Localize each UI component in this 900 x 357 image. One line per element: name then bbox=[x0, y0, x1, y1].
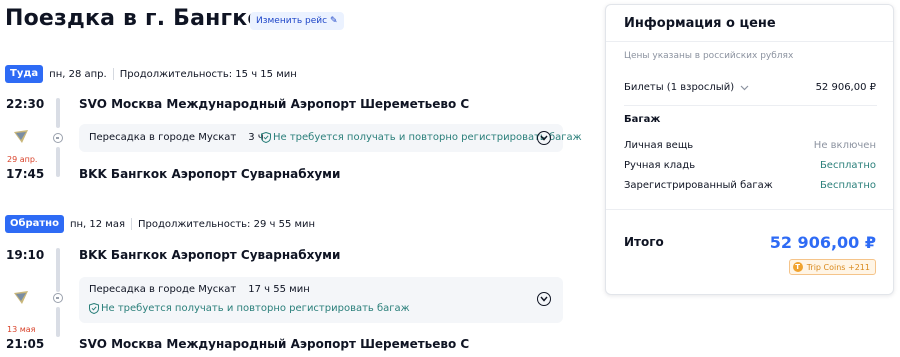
return-header: Обратно пн, 12 мая Продолжительность: 29… bbox=[5, 215, 315, 233]
return-layover-city: Пересадка в городе Мускат bbox=[89, 284, 237, 295]
tickets-dropdown[interactable]: Билеты (1 взрослый) bbox=[624, 82, 749, 93]
price-panel-title: Информация о цене bbox=[624, 16, 776, 31]
baggage-checked-value: Бесплатно bbox=[819, 180, 876, 191]
divider bbox=[624, 105, 877, 106]
baggage-checked-label: Зарегистрированный багаж bbox=[624, 180, 773, 191]
return-arrive-date: 13 мая bbox=[7, 325, 36, 334]
return-baggage-note: Не требуется получать и повторно регистр… bbox=[89, 303, 410, 314]
outbound-layover-city: Пересадка в городе Мускат bbox=[89, 132, 237, 143]
baggage-carryon-value: Бесплатно bbox=[819, 160, 876, 171]
change-flight-button[interactable]: Изменить рейс ✎ bbox=[250, 12, 344, 30]
return-date: пн, 12 мая bbox=[69, 218, 125, 230]
shield-check-icon bbox=[261, 132, 271, 143]
coin-icon: T bbox=[792, 262, 803, 272]
pencil-icon: ✎ bbox=[330, 16, 338, 26]
outbound-layover-card: Пересадка в городе Мускат 3 ч Не требуетс… bbox=[79, 124, 582, 152]
chevron-down-icon bbox=[540, 296, 548, 302]
total-label: Итого bbox=[624, 235, 664, 249]
baggage-personal-value: Не включен bbox=[813, 140, 876, 151]
return-depart-time: 19:10 bbox=[6, 248, 45, 262]
baggage-carryon-label: Ручная кладь bbox=[624, 160, 696, 171]
tickets-label: Билеты (1 взрослый) bbox=[624, 82, 735, 93]
layover-dot-icon bbox=[53, 293, 63, 303]
outbound-depart-airport: SVO Москва Международный Аэропорт Шереме… bbox=[79, 97, 470, 111]
outbound-depart-time: 22:30 bbox=[6, 97, 45, 111]
return-badge: Обратно bbox=[5, 215, 64, 233]
outbound-arrive-date: 29 апр. bbox=[7, 155, 38, 164]
divider bbox=[112, 68, 114, 80]
airline-logo-icon bbox=[14, 130, 28, 143]
chevron-down-icon bbox=[540, 135, 548, 141]
price-info-panel: Информация о цене Цены указаны в российс… bbox=[605, 4, 894, 295]
total-price: 52 906,00 ₽ bbox=[769, 233, 876, 252]
baggage-title: Багаж bbox=[624, 114, 661, 125]
outbound-expand-button[interactable] bbox=[537, 131, 551, 145]
outbound-header: Туда пн, 28 апр. Продолжительность: 15 ч… bbox=[5, 65, 297, 83]
trip-coins-badge: T Trip Coins +211 bbox=[788, 259, 876, 275]
return-layover-card: Пересадка в городе Мускат 17 ч 55 мин Не … bbox=[79, 277, 563, 323]
divider bbox=[606, 209, 893, 210]
return-arrive-time: 21:05 bbox=[6, 337, 45, 351]
return-expand-button[interactable] bbox=[537, 292, 551, 306]
page-title: Поездка в г. Бангкок bbox=[5, 6, 278, 31]
change-flight-label: Изменить рейс bbox=[256, 16, 328, 26]
return-duration: Продолжительность: 29 ч 55 мин bbox=[138, 218, 316, 230]
shield-check-icon bbox=[89, 303, 99, 314]
outbound-baggage-note-text: Не требуется получать и повторно регистр… bbox=[273, 132, 582, 143]
outbound-arrive-airport: BKK Бангкок Аэропорт Суварнабхуми bbox=[79, 167, 341, 181]
divider bbox=[606, 41, 893, 42]
chevron-down-icon bbox=[740, 85, 749, 90]
baggage-personal-label: Личная вещь bbox=[624, 140, 694, 151]
outbound-badge: Туда bbox=[5, 65, 44, 83]
outbound-duration: Продолжительность: 15 ч 15 мин bbox=[119, 68, 297, 80]
return-layover-duration: 17 ч 55 мин bbox=[248, 284, 310, 295]
timeline-line bbox=[56, 147, 60, 177]
timeline-line bbox=[56, 307, 60, 337]
timeline-line bbox=[56, 98, 60, 128]
tickets-price: 52 906,00 ₽ bbox=[815, 82, 876, 93]
currency-note: Цены указаны в российских рублях bbox=[624, 51, 794, 61]
outbound-date: пн, 28 апр. bbox=[49, 68, 107, 80]
outbound-baggage-note: Не требуется получать и повторно регистр… bbox=[261, 132, 582, 143]
trip-coins-label: Trip Coins +211 bbox=[806, 262, 870, 272]
return-baggage-note-text: Не требуется получать и повторно регистр… bbox=[101, 303, 410, 314]
return-depart-airport: BKK Бангкок Аэропорт Суварнабхуми bbox=[79, 248, 341, 262]
divider bbox=[131, 218, 132, 230]
timeline-line bbox=[56, 248, 60, 292]
layover-dot-icon bbox=[53, 133, 63, 143]
outbound-arrive-time: 17:45 bbox=[6, 167, 45, 181]
airline-logo-icon bbox=[14, 291, 28, 304]
return-arrive-airport: SVO Москва Международный Аэропорт Шереме… bbox=[79, 337, 470, 351]
